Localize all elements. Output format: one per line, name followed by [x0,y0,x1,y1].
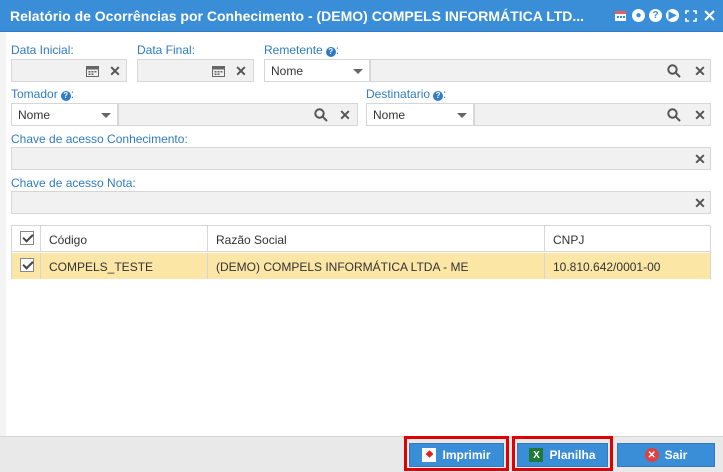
table-header: Código Razão Social CNPJ [12,226,710,252]
chave-nota-input[interactable] [11,191,711,214]
dialog-footer [0,436,723,472]
exit-icon: ✕ [644,448,659,462]
clear-chave-conhecimento-icon[interactable]: ✕ [692,151,708,167]
column-header-codigo[interactable]: Código [41,226,208,252]
clear-chave-nota-icon[interactable]: ✕ [692,195,708,211]
remetente-label: Remetente?: [264,43,340,57]
destinatario-label: Destinatario?: [366,87,447,101]
column-header-razao-social[interactable]: Razão Social [208,226,545,252]
window-titlebar: Relatório de Ocorrências por Conheciment… [0,0,723,32]
table-row[interactable]: COMPELS_TESTE (DEMO) COMPELS INFORMÁTICA… [12,253,710,279]
close-icon[interactable] [702,8,717,23]
calendar-icon[interactable] [210,63,226,79]
clear-data-inicial-icon[interactable]: ✕ [107,63,123,79]
select-all-cell[interactable] [12,226,41,252]
cell-cnpj: 10.810.642/0001-00 [553,260,661,274]
calendar-icon[interactable] [84,63,100,79]
help-icon[interactable]: ? [60,91,71,101]
search-icon[interactable] [666,107,682,123]
destinatario-select[interactable]: Nome [366,103,474,126]
remetente-input[interactable] [370,59,711,82]
tomador-select[interactable]: Nome [11,103,118,126]
planilha-label: Planilha [549,448,596,462]
fullscreen-icon[interactable] [683,8,698,23]
search-icon[interactable] [313,107,329,123]
chave-conhecimento-input[interactable] [11,147,711,170]
cell-codigo: COMPELS_TESTE [41,253,208,279]
help-icon[interactable]: ? [325,47,336,57]
left-edge [0,32,6,436]
destinatario-select-value: Nome [373,108,406,122]
remetente-label-text: Remetente [264,43,323,57]
excel-icon: X [529,448,544,462]
sair-label: Sair [664,448,688,462]
chave-conhecimento-label: Chave de acesso Conhecimento: [11,132,188,146]
calendar-icon[interactable] [613,8,628,23]
chevron-down-icon [101,113,111,118]
data-inicial-label: Data Inicial: [11,43,74,57]
imprimir-button[interactable]: ⯁ Imprimir [409,443,504,467]
data-final-label: Data Final: [137,43,196,57]
clear-data-final-icon[interactable]: ✕ [233,63,249,79]
help-icon[interactable]: ? [433,91,444,101]
sair-button[interactable]: ✕ Sair [617,443,715,467]
results-table: Código Razão Social CNPJ COMPELS_TESTE (… [11,225,711,279]
cell-razao-social: (DEMO) COMPELS INFORMÁTICA LTDA - ME [208,253,545,279]
planilha-button[interactable]: X Planilha [517,443,608,467]
chave-nota-label: Chave de acesso Nota: [11,176,136,190]
tomador-label: Tomador?: [11,87,75,101]
clear-destinatario-icon[interactable]: ✕ [692,107,708,123]
select-all-checkbox[interactable] [20,231,34,245]
column-header-cnpj[interactable]: CNPJ [545,226,710,252]
clear-remetente-icon[interactable]: ✕ [692,63,708,79]
play-icon[interactable]: ▶ [666,9,679,22]
row-checkbox[interactable] [20,258,34,272]
tomador-select-value: Nome [18,108,51,122]
tomador-label-text: Tomador [11,87,58,101]
pdf-icon: ⯁ [422,448,437,462]
imprimir-label: Imprimir [442,448,491,462]
chevron-down-icon [457,113,467,118]
window-title: Relatório de Ocorrências por Conheciment… [10,8,585,24]
title-icons: ● ? ▶ [613,8,717,23]
help-icon[interactable]: ? [649,9,662,22]
remetente-select-value: Nome [271,64,304,78]
row-checkbox-cell[interactable] [12,253,41,279]
clear-tomador-icon[interactable]: ✕ [337,107,353,123]
destinatario-label-text: Destinatario [366,87,431,101]
chevron-down-icon [353,69,363,74]
remetente-select[interactable]: Nome [264,59,370,82]
record-icon[interactable]: ● [632,9,645,22]
search-icon[interactable] [666,63,682,79]
